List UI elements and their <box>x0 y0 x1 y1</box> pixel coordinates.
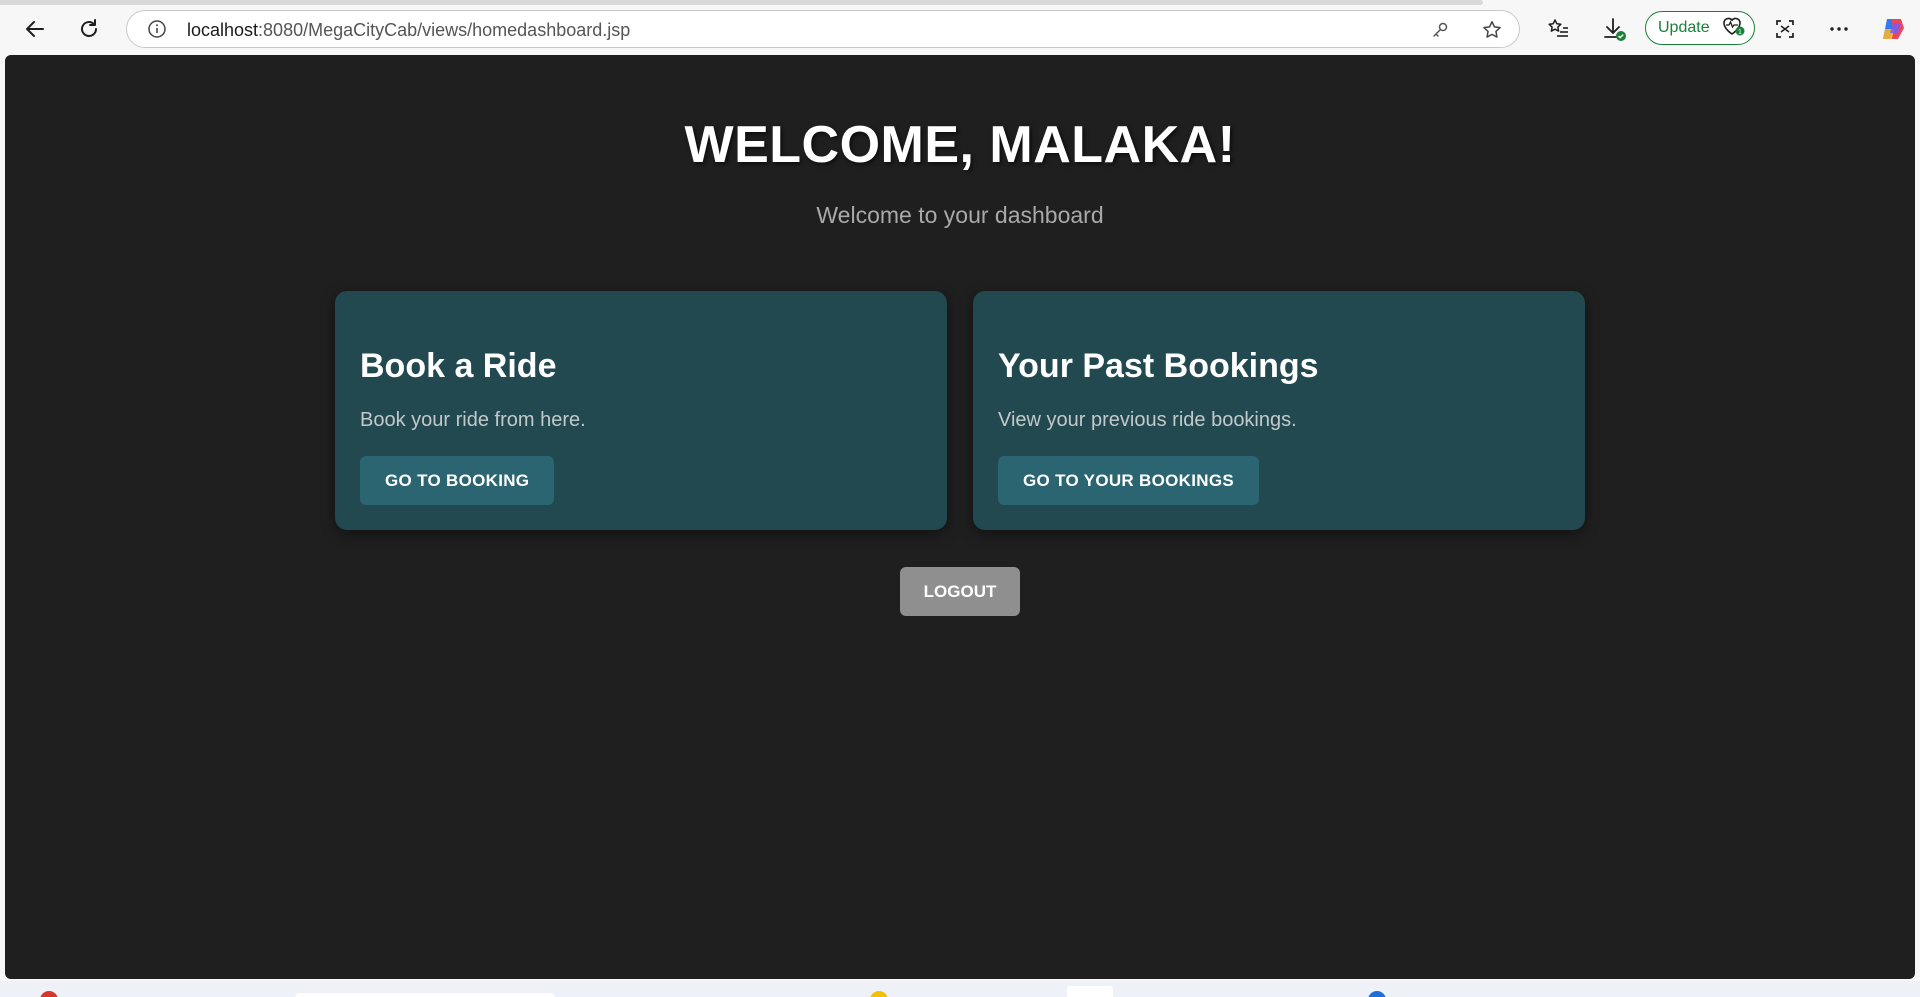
url-path: :8080/MegaCityCab/views/homedashboard.js… <box>258 20 631 40</box>
back-button[interactable] <box>17 11 53 47</box>
password-key-icon[interactable] <box>1429 19 1451 41</box>
dashboard-subtitle: Welcome to your dashboard <box>816 202 1104 228</box>
favorite-star-icon[interactable] <box>1481 19 1503 41</box>
update-label: Update <box>1658 19 1710 36</box>
taskbar-app-icon[interactable] <box>1368 991 1386 997</box>
go-to-booking-button[interactable]: GO TO BOOKING <box>360 456 555 505</box>
go-to-your-bookings-button[interactable]: GO TO YOUR BOOKINGS <box>998 456 1259 505</box>
card-title: Book a Ride <box>360 347 557 385</box>
downloads-button[interactable] <box>1596 11 1632 47</box>
site-info-icon[interactable] <box>147 19 167 39</box>
copilot-button[interactable] <box>1875 11 1911 47</box>
svg-text:1: 1 <box>1738 29 1742 36</box>
past-bookings-card: Your Past Bookings View your previous ri… <box>973 291 1585 530</box>
book-ride-card: Book a Ride Book your ride from here. GO… <box>335 291 947 530</box>
back-arrow-icon <box>23 17 47 41</box>
welcome-heading: WELCOME, MALAKA! <box>684 116 1236 174</box>
refresh-icon <box>77 17 101 41</box>
screenshot-button[interactable] <box>1767 11 1803 47</box>
page-viewport: WELCOME, MALAKA! Welcome to your dashboa… <box>5 55 1915 979</box>
address-bar[interactable]: localhost:8080/MegaCityCab/views/homedas… <box>126 10 1520 48</box>
heart-badge-icon: 1 <box>1720 14 1746 43</box>
copilot-icon <box>1879 15 1907 43</box>
more-icon <box>1827 17 1851 41</box>
card-description: View your previous ride bookings. <box>998 409 1297 431</box>
favorites-button[interactable] <box>1541 11 1577 47</box>
more-options-button[interactable] <box>1821 11 1857 47</box>
url-text: localhost:8080/MegaCityCab/views/homedas… <box>187 20 630 41</box>
logout-button[interactable]: LOGOUT <box>900 567 1020 616</box>
taskbar-app-icon[interactable] <box>40 991 58 997</box>
page-load-progress-bar <box>0 0 1483 5</box>
refresh-button[interactable] <box>71 11 107 47</box>
taskbar-app-icon[interactable] <box>870 991 888 997</box>
taskbar-search-box[interactable] <box>295 993 555 997</box>
browser-update-button[interactable]: Update 1 <box>1645 11 1755 45</box>
browser-toolbar: localhost:8080/MegaCityCab/views/homedas… <box>0 0 1920 56</box>
card-title: Your Past Bookings <box>998 347 1319 385</box>
taskbar-active-app[interactable] <box>1067 986 1113 997</box>
favorites-list-icon <box>1547 17 1571 41</box>
screenshot-icon <box>1773 17 1797 41</box>
os-taskbar <box>0 981 1920 997</box>
downloads-icon <box>1601 16 1627 42</box>
url-host: localhost <box>187 20 259 40</box>
card-description: Book your ride from here. <box>360 409 586 431</box>
